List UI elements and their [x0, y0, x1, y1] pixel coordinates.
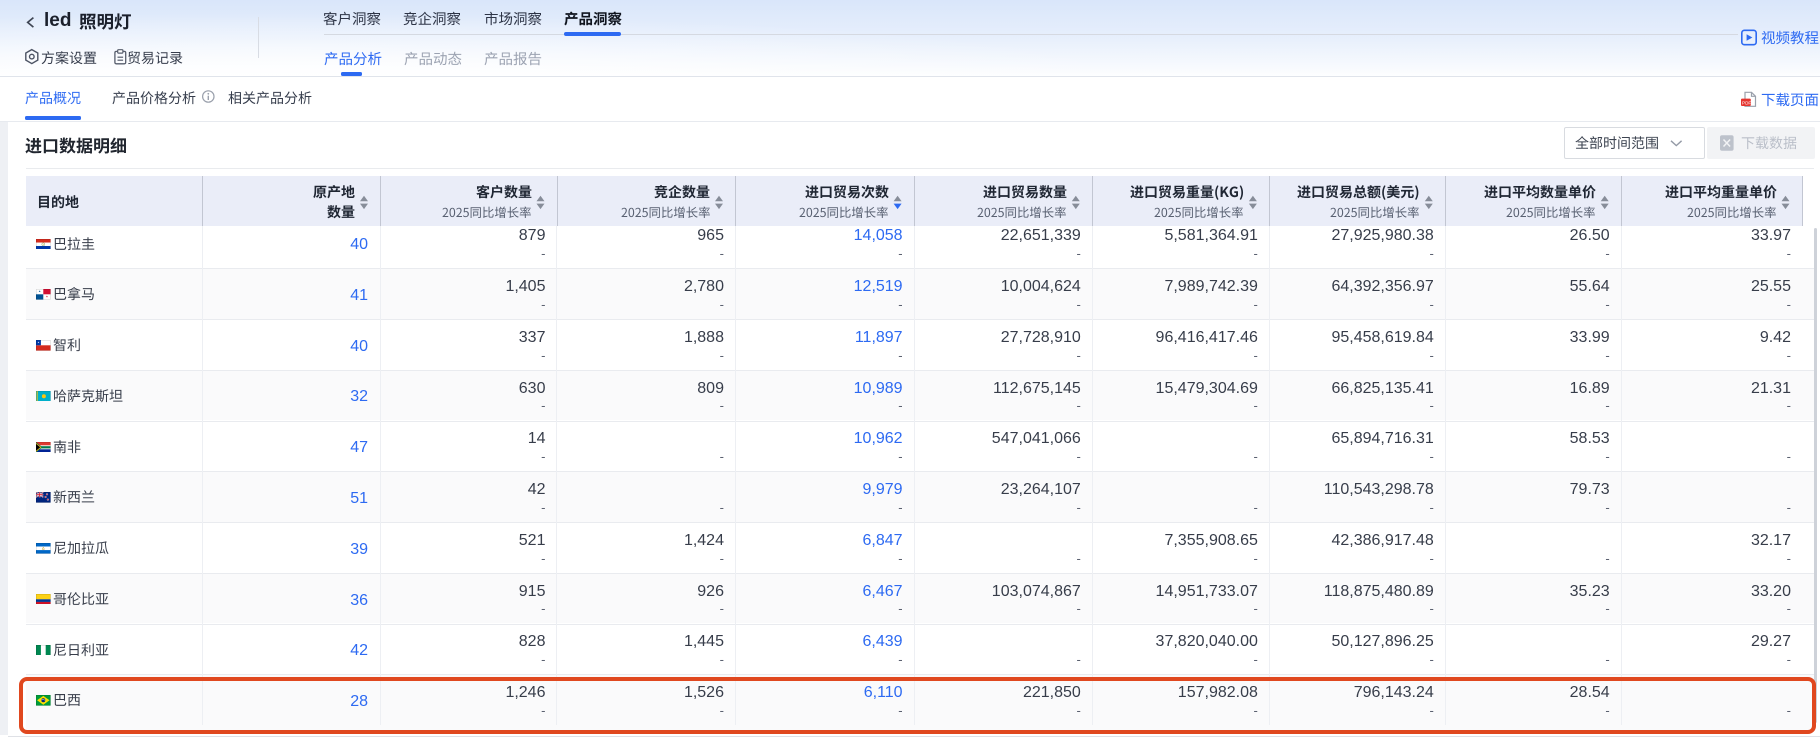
svg-text:PDF: PDF: [1742, 100, 1751, 105]
